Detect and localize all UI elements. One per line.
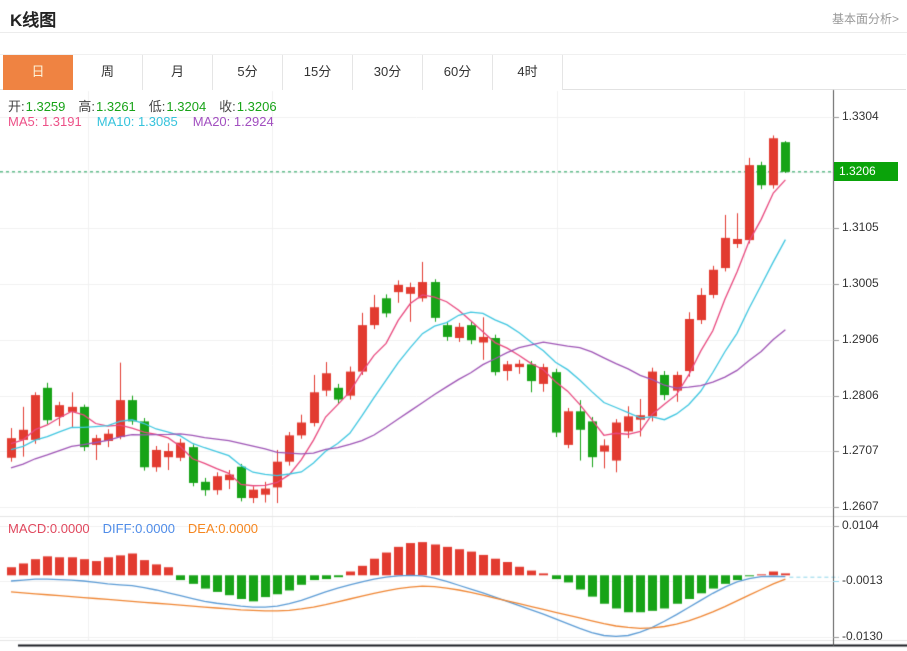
price-axis-label: 1.2906 [842,331,879,346]
price-axis-label: 1.2707 [842,443,879,458]
low-value: 1.3204 [166,99,207,114]
diff-value: 0.0000 [135,521,175,536]
low-label: 低: [148,99,166,114]
high-label: 高: [78,99,96,114]
dea-value: 0.0000 [218,521,259,536]
ohlc-legend: 开:1.3259 高:1.3261 低:1.3204 收:1.3206 [8,96,277,115]
macd-axis-label: 0.0104 [842,518,879,532]
close-value: 1.3206 [236,99,277,114]
open-item: 开:1.3259 [8,96,65,115]
macd-value: 0.0000 [49,521,90,536]
ma20-label: MA20: [192,114,231,129]
close-item: 收:1.3206 [219,96,276,115]
ma10-label: MA10: [96,114,135,129]
macd-axis-label: -0.0130 [842,628,883,643]
diff-label: DIFF: [102,521,136,536]
ma5-value: 1.3191 [41,114,82,129]
ma20-value: 1.2924 [233,114,274,129]
ma5-label: MA5: [8,114,39,129]
diff-item: DIFF:0.0000 [103,521,175,536]
macd-label: MACD: [8,521,50,536]
price-axis-label: 1.2607 [842,499,879,513]
open-label: 开: [8,99,25,114]
high-item: 高:1.3261 [78,96,135,115]
close-label: 收: [219,99,236,114]
high-value: 1.3261 [96,99,136,114]
macd-axis-label: -0.0013 [842,573,883,588]
ma-legend: MA5: 1.3191 MA10: 1.3085 MA20: 1.2924 [8,114,274,129]
kline-widget: K线图 基本面分析> 日周月5分15分30分60分4时 开:1.3259 高:1… [0,0,907,651]
price-axis-label: 1.3304 [842,109,879,123]
ma20-item: MA20: 1.2924 [193,114,274,129]
dea-label: DEA: [187,521,219,536]
macd-item: MACD:0.0000 [8,521,90,536]
macd-legend: MACD:0.0000 DIFF:0.0000 DEA:0.0000 [8,521,258,536]
open-value: 1.3259 [25,99,66,114]
ma10-value: 1.3085 [137,114,178,129]
price-axis-label: 1.3005 [842,276,879,291]
ma10-item: MA10: 1.3085 [97,114,178,129]
price-axis-label: 1.3105 [842,220,879,235]
price-axis-label: 1.2806 [842,387,879,402]
low-item: 低:1.3204 [149,96,206,115]
dea-item: DEA:0.0000 [188,521,258,536]
current-price-badge: 1.3206 [834,161,898,181]
ma5-item: MA5: 1.3191 [8,114,82,129]
